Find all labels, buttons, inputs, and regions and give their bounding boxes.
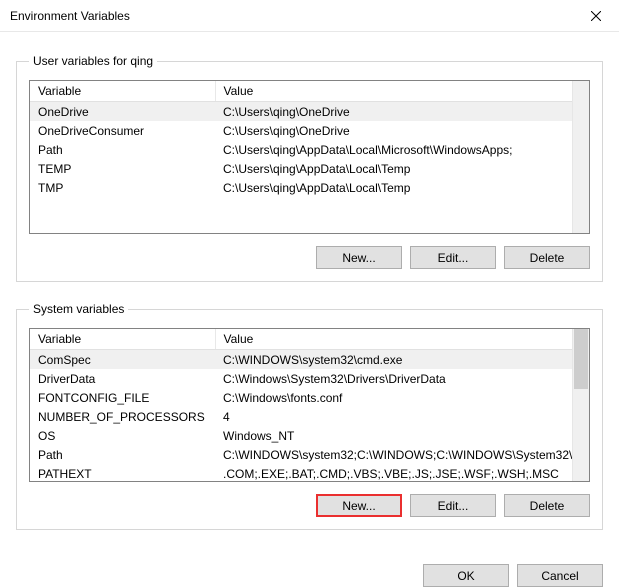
- window-title: Environment Variables: [10, 9, 573, 23]
- system-scrollbar[interactable]: [572, 329, 589, 481]
- user-variables-table[interactable]: Variable Value OneDriveC:\Users\qing\One…: [30, 81, 572, 197]
- table-row[interactable]: ComSpecC:\WINDOWS\system32\cmd.exe: [30, 350, 572, 370]
- dialog-content: User variables for qing Variable Value O…: [0, 32, 619, 546]
- user-buttons: New... Edit... Delete: [29, 246, 590, 269]
- table-row[interactable]: PathC:\Users\qing\AppData\Local\Microsof…: [30, 140, 572, 159]
- user-scrollbar[interactable]: [572, 81, 589, 233]
- user-col-value[interactable]: Value: [215, 81, 572, 102]
- table-row[interactable]: PathC:\WINDOWS\system32;C:\WINDOWS;C:\WI…: [30, 445, 572, 464]
- dialog-footer: OK Cancel: [0, 546, 619, 587]
- system-variables-group: System variables Variable Value ComSpecC…: [16, 302, 603, 530]
- system-edit-button[interactable]: Edit...: [410, 494, 496, 517]
- table-row[interactable]: PATHEXT.COM;.EXE;.BAT;.CMD;.VBS;.VBE;.JS…: [30, 464, 572, 481]
- system-variables-legend: System variables: [29, 302, 128, 316]
- user-delete-button[interactable]: Delete: [504, 246, 590, 269]
- table-row[interactable]: OneDriveC:\Users\qing\OneDrive: [30, 102, 572, 122]
- close-button[interactable]: [573, 0, 619, 32]
- table-row[interactable]: DriverDataC:\Windows\System32\Drivers\Dr…: [30, 369, 572, 388]
- system-col-variable[interactable]: Variable: [30, 329, 215, 350]
- user-edit-button[interactable]: Edit...: [410, 246, 496, 269]
- system-new-button[interactable]: New...: [316, 494, 402, 517]
- cancel-button[interactable]: Cancel: [517, 564, 603, 587]
- table-row[interactable]: FONTCONFIG_FILEC:\Windows\fonts.conf: [30, 388, 572, 407]
- table-row[interactable]: OSWindows_NT: [30, 426, 572, 445]
- system-col-value[interactable]: Value: [215, 329, 572, 350]
- titlebar: Environment Variables: [0, 0, 619, 32]
- user-col-variable[interactable]: Variable: [30, 81, 215, 102]
- table-row[interactable]: OneDriveConsumerC:\Users\qing\OneDrive: [30, 121, 572, 140]
- table-row[interactable]: TMPC:\Users\qing\AppData\Local\Temp: [30, 178, 572, 197]
- ok-button[interactable]: OK: [423, 564, 509, 587]
- user-variables-legend: User variables for qing: [29, 54, 157, 68]
- user-variables-table-container: Variable Value OneDriveC:\Users\qing\One…: [29, 80, 590, 234]
- system-variables-table[interactable]: Variable Value ComSpecC:\WINDOWS\system3…: [30, 329, 572, 481]
- table-row[interactable]: TEMPC:\Users\qing\AppData\Local\Temp: [30, 159, 572, 178]
- user-new-button[interactable]: New...: [316, 246, 402, 269]
- system-variables-table-container: Variable Value ComSpecC:\WINDOWS\system3…: [29, 328, 590, 482]
- user-variables-group: User variables for qing Variable Value O…: [16, 54, 603, 282]
- system-buttons: New... Edit... Delete: [29, 494, 590, 517]
- close-icon: [591, 11, 601, 21]
- system-delete-button[interactable]: Delete: [504, 494, 590, 517]
- table-row[interactable]: NUMBER_OF_PROCESSORS4: [30, 407, 572, 426]
- scrollbar-thumb[interactable]: [574, 329, 588, 389]
